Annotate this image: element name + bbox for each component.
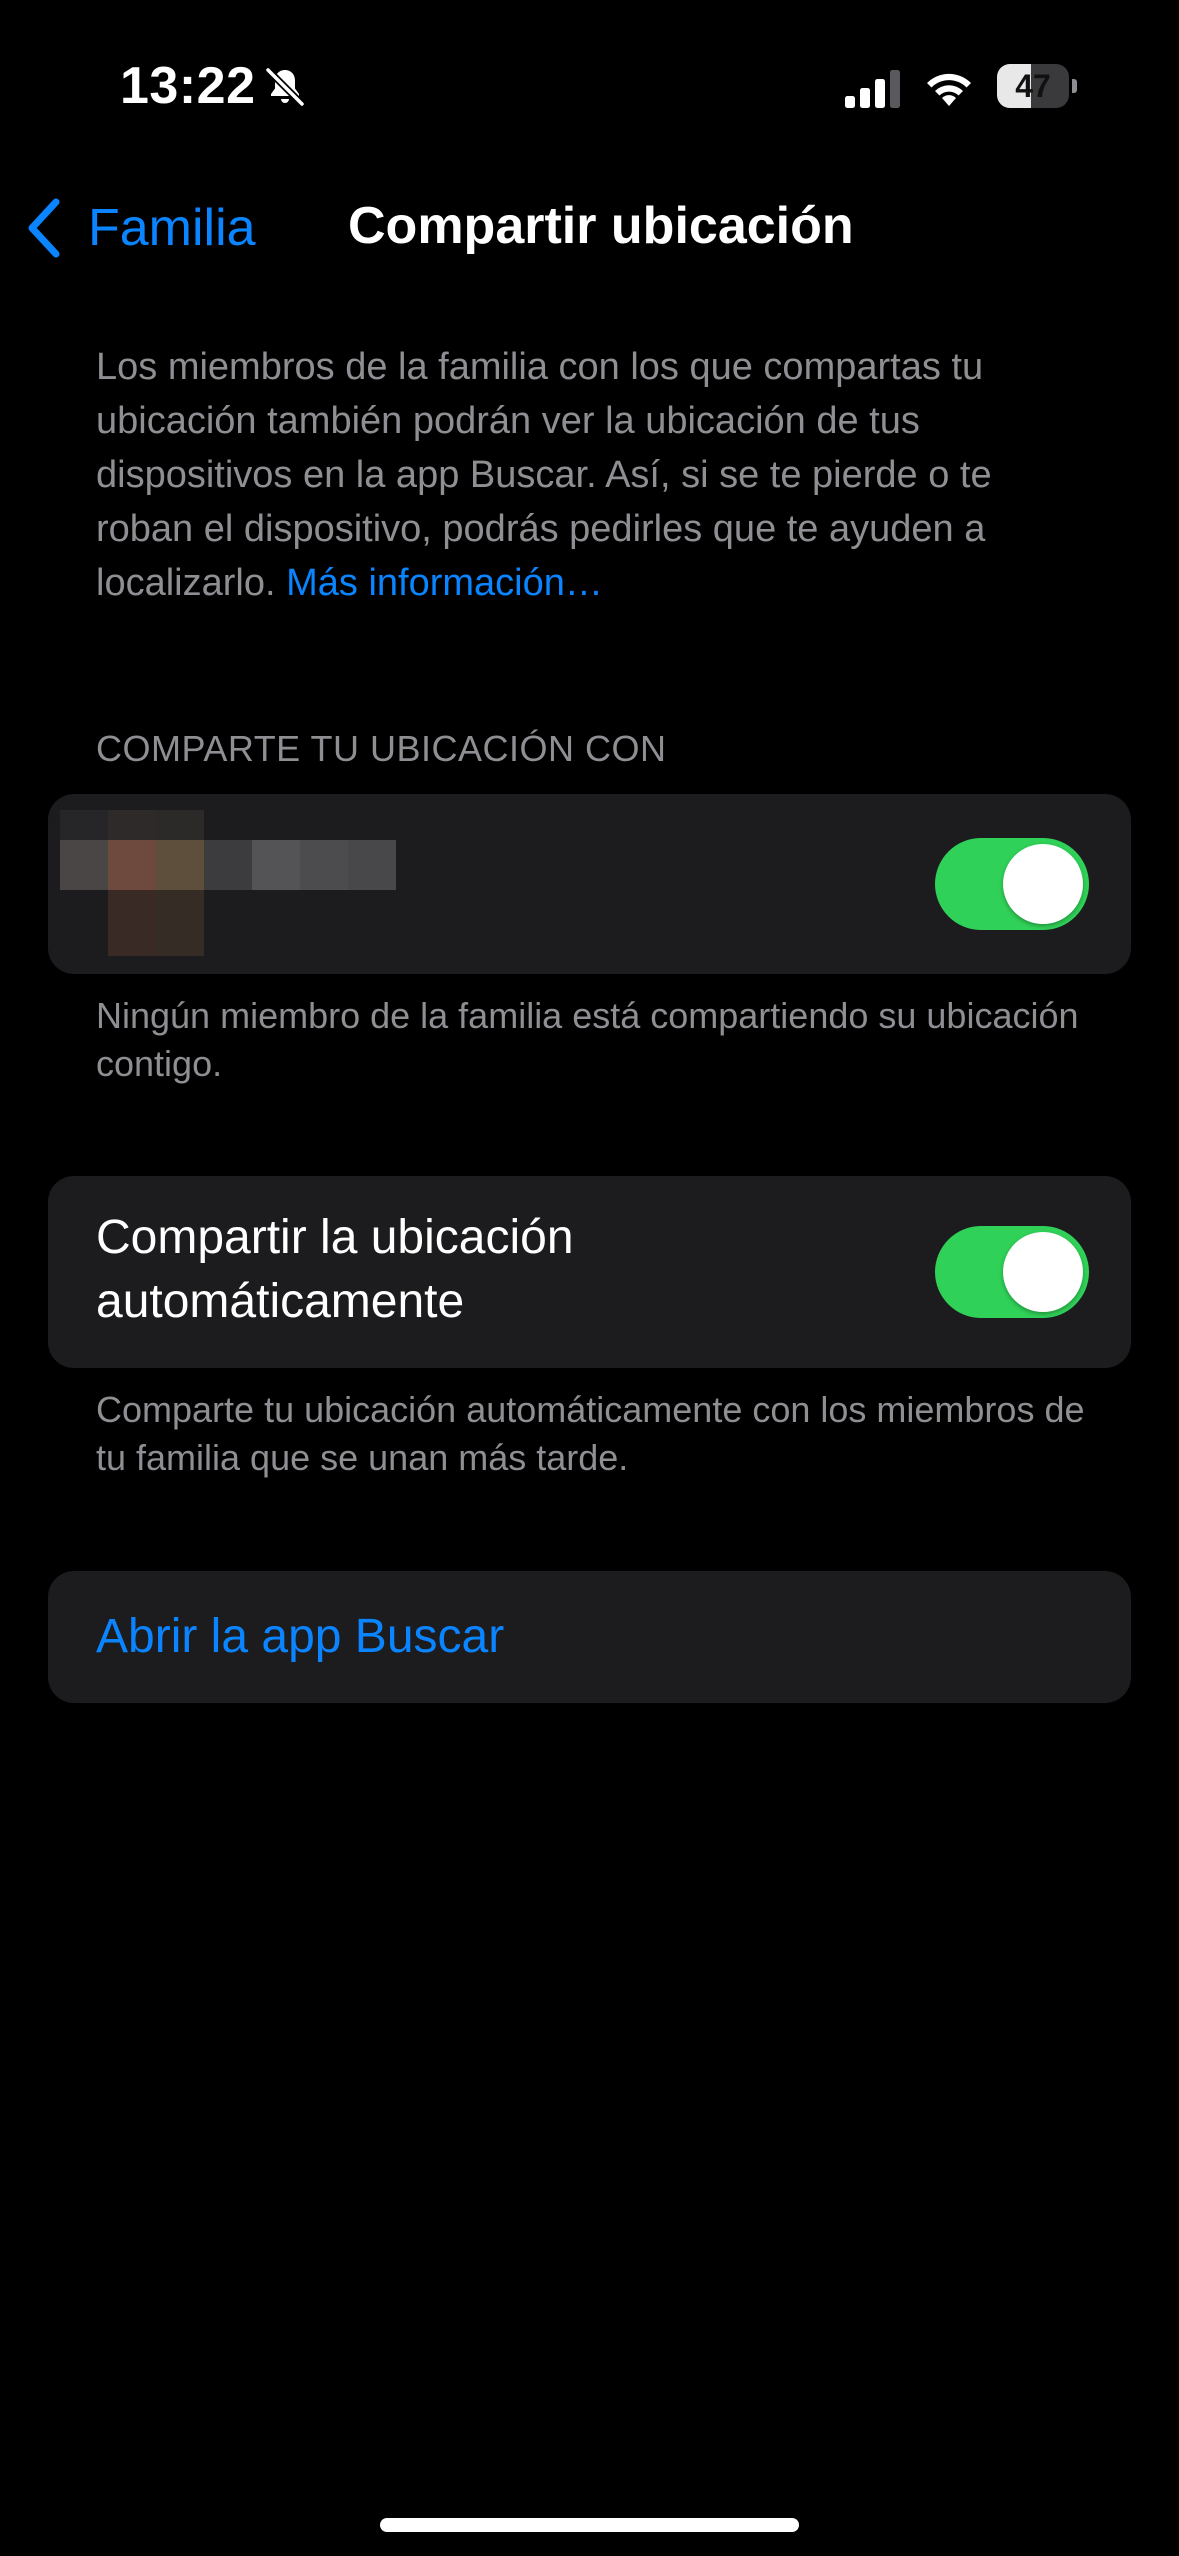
status-bar: 13:22 47 <box>0 0 1179 170</box>
back-button[interactable]: Familia <box>24 190 256 266</box>
more-info-link[interactable]: Más información… <box>286 562 603 604</box>
share-with-member-toggle[interactable] <box>935 838 1089 930</box>
wifi-icon <box>927 73 971 106</box>
chevron-left-icon <box>28 198 60 258</box>
status-time: 13:22 <box>120 57 256 115</box>
cellular-signal-icon <box>845 70 900 108</box>
open-find-my-button[interactable]: Abrir la app Buscar <box>48 1571 1131 1703</box>
auto-share-toggle[interactable] <box>935 1226 1089 1318</box>
auto-share-footer-note: Comparte tu ubicación automáticamente co… <box>96 1389 1085 1478</box>
back-label: Familia <box>88 199 256 257</box>
family-member-row[interactable] <box>48 794 1131 974</box>
intro-text: Los miembros de la familia con los que c… <box>96 340 1086 610</box>
home-indicator[interactable] <box>380 2518 799 2532</box>
page-title: Compartir ubicación <box>348 197 854 255</box>
auto-share-label: Compartir la ubicación automáticamente <box>96 1211 574 1328</box>
toggle-knob <box>1003 844 1083 924</box>
battery-body: 47 <box>997 64 1069 108</box>
section-header-share: COMPARTE TU UBICACIÓN CON <box>96 728 667 769</box>
battery-cap <box>1072 79 1077 93</box>
open-find-my-label: Abrir la app Buscar <box>96 1610 505 1663</box>
bell-slash-icon <box>264 66 306 108</box>
auto-share-row: Compartir la ubicación automáticamente <box>48 1176 1131 1368</box>
redacted-member-avatar <box>60 810 412 956</box>
battery-icon: 47 <box>997 64 1077 108</box>
share-footer-note: Ningún miembro de la familia está compar… <box>96 995 1079 1084</box>
toggle-knob <box>1003 1232 1083 1312</box>
battery-percent: 47 <box>1015 68 1051 104</box>
